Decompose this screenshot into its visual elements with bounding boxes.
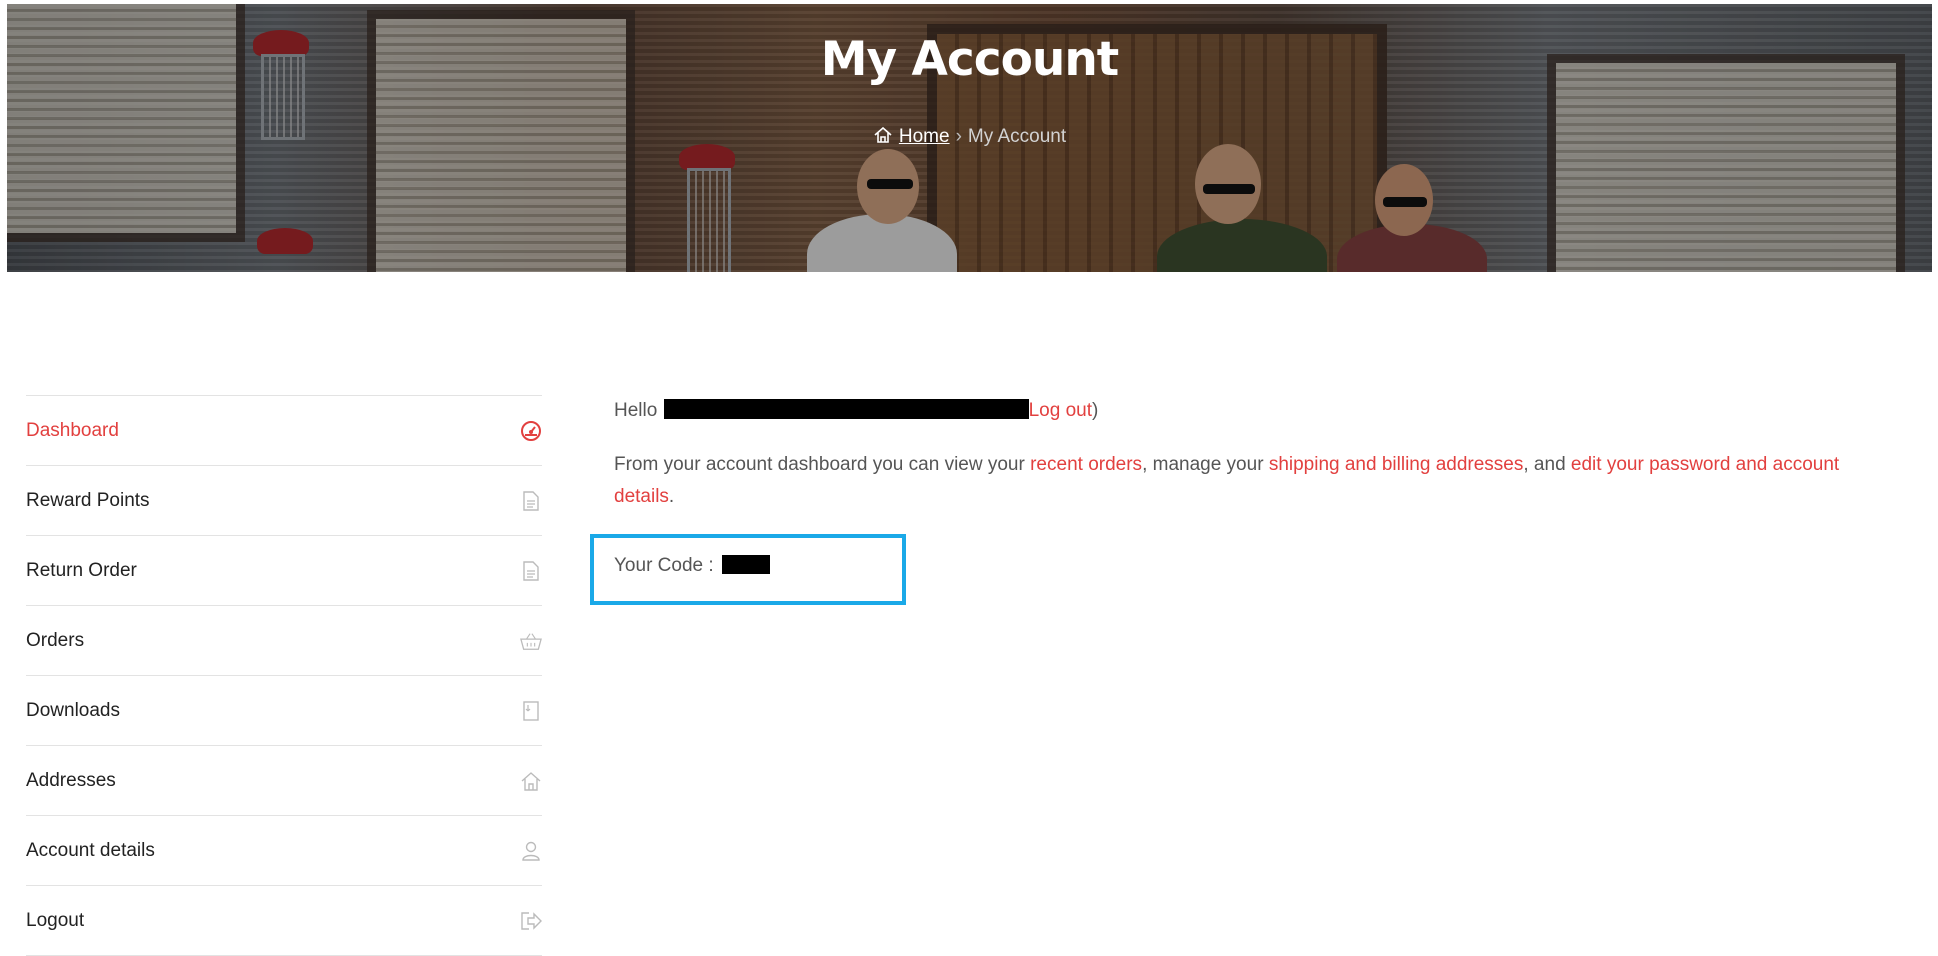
breadcrumb-current: My Account: [967, 126, 1067, 147]
recent-orders-link[interactable]: recent orders: [1030, 454, 1142, 475]
home-icon: [520, 770, 542, 792]
nav-item-label: Addresses: [26, 769, 116, 791]
greeting-prefix: Hello: [614, 400, 658, 421]
breadcrumb-home-link[interactable]: Home: [899, 126, 950, 147]
page-title: My Account: [820, 32, 1120, 87]
dashboard-content: Hello Log out) From your account dashboa…: [590, 396, 1904, 605]
logout-link[interactable]: Log out: [1029, 400, 1092, 421]
greeting-suffix: ): [1092, 400, 1099, 421]
basket-icon: [520, 630, 542, 652]
intro-text: From your account dashboard you can view…: [614, 454, 1031, 475]
nav-item-label: Account details: [26, 839, 155, 861]
nav-item-addresses[interactable]: Addresses: [26, 746, 542, 816]
breadcrumb: Home › My Account: [7, 125, 1932, 151]
nav-item-label: Orders: [26, 629, 85, 651]
hero-banner: My Account Home › My Account: [7, 4, 1932, 272]
nav-item-return-order[interactable]: Return Order: [26, 536, 542, 606]
download-file-icon: [520, 700, 542, 722]
breadcrumb-separator: ›: [955, 126, 962, 147]
nav-item-dashboard[interactable]: Dashboard: [26, 396, 542, 466]
account-navigation: Dashboard Reward Points Return Order Ord…: [26, 395, 542, 956]
nav-item-label: Logout: [26, 909, 85, 931]
nav-item-label: Downloads: [26, 699, 120, 721]
intro-text: .: [668, 486, 675, 507]
nav-item-label: Reward Points: [26, 489, 150, 511]
nav-item-reward-points[interactable]: Reward Points: [26, 466, 542, 536]
document-icon: [520, 560, 542, 582]
nav-item-label: Dashboard: [26, 419, 119, 441]
nav-item-orders[interactable]: Orders: [26, 606, 542, 676]
dashboard-gauge-icon: [520, 420, 542, 442]
nav-item-logout[interactable]: Logout: [26, 886, 542, 956]
nav-item-label: Return Order: [26, 559, 137, 581]
user-icon: [520, 840, 542, 862]
document-icon: [520, 490, 542, 512]
code-label: Your Code :: [614, 555, 714, 576]
intro-text: , and: [1523, 454, 1571, 475]
redacted-username: [663, 399, 1029, 419]
dashboard-intro: From your account dashboard you can view…: [614, 449, 1904, 513]
redacted-code: [721, 555, 770, 574]
home-icon: [873, 125, 893, 151]
greeting: Hello Log out): [614, 396, 1904, 426]
intro-text: , manage your: [1142, 454, 1269, 475]
logout-icon: [520, 910, 542, 932]
addresses-link[interactable]: shipping and billing addresses: [1269, 454, 1524, 475]
nav-item-account-details[interactable]: Account details: [26, 816, 542, 886]
nav-item-downloads[interactable]: Downloads: [26, 676, 542, 746]
your-code: Your Code :: [614, 553, 770, 579]
